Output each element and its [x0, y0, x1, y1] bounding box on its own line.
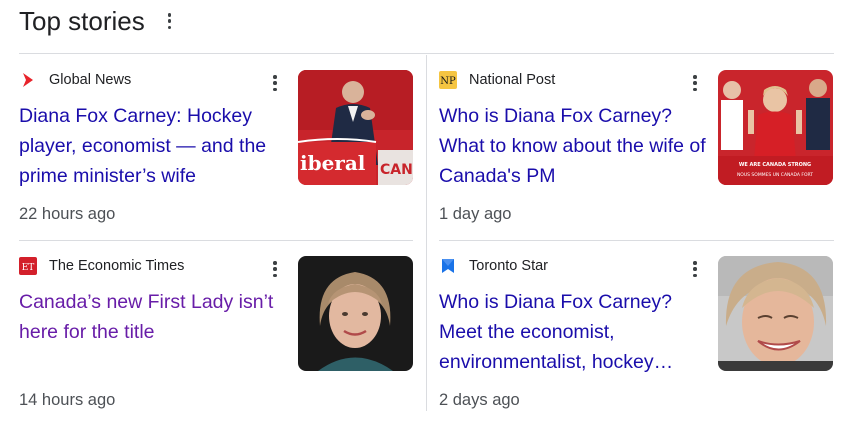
global-news-logo-icon — [19, 71, 37, 89]
thumb-text: WE ARE CANADA STRONG — [739, 162, 811, 168]
story-source: NP National Post — [439, 70, 555, 90]
story-headline-link[interactable]: Canada’s new First Lady isn’t here for t… — [19, 287, 291, 347]
story-card-global-news[interactable]: Global News Diana Fox Carney: Hockey pla… — [19, 70, 414, 230]
story-age: 1 day ago — [439, 205, 512, 223]
story-headline-link[interactable]: Diana Fox Carney: Hockey player, economi… — [19, 101, 291, 191]
story-more-options-icon[interactable] — [692, 261, 698, 277]
story-age: 22 hours ago — [19, 205, 116, 223]
story-more-options-icon[interactable] — [272, 261, 278, 277]
section-title: Top stories — [19, 6, 145, 36]
story-more-options-icon[interactable] — [692, 75, 698, 91]
column-divider — [426, 55, 427, 411]
story-headline-link[interactable]: Who is Diana Fox Carney? What to know ab… — [439, 101, 711, 191]
story-age: 14 hours ago — [19, 391, 116, 409]
story-thumbnail-image[interactable]: WE ARE CANADA STRONG NOUS SOMMES UN CANA… — [718, 70, 833, 185]
np-logo-text: NP — [440, 76, 456, 87]
story-headline-link[interactable]: Who is Diana Fox Carney? Meet the econom… — [439, 287, 711, 377]
row-divider-right — [439, 240, 834, 241]
story-source: Toronto Star — [439, 256, 548, 276]
story-thumbnail-image[interactable]: iberal CAN — [298, 70, 413, 185]
toronto-star-logo-icon — [439, 257, 457, 275]
thumb-text: iberal — [300, 151, 366, 175]
story-more-options-icon[interactable] — [272, 75, 278, 91]
story-card-national-post[interactable]: NP National Post Who is Diana Fox Carney… — [439, 70, 834, 230]
row-divider-left — [19, 240, 413, 241]
source-name: Global News — [49, 72, 132, 88]
section-header: Top stories — [19, 6, 173, 36]
source-name: Toronto Star — [469, 258, 548, 274]
thumb-text: CAN — [380, 162, 413, 178]
et-logo-text: ET — [22, 263, 35, 273]
story-source: Global News — [19, 70, 131, 90]
economic-times-logo-icon: ET — [19, 257, 37, 275]
source-name: National Post — [469, 72, 556, 88]
national-post-logo-icon: NP — [439, 71, 457, 89]
more-options-icon[interactable] — [167, 13, 173, 29]
story-card-toronto-star[interactable]: Toronto Star Who is Diana Fox Carney? Me… — [439, 256, 834, 416]
story-age: 2 days ago — [439, 391, 520, 409]
story-thumbnail-image[interactable] — [298, 256, 413, 371]
story-card-economic-times[interactable]: ET The Economic Times Canada’s new First… — [19, 256, 414, 416]
thumb-text: NOUS SOMMES UN CANADA FORT — [737, 172, 813, 178]
story-source: ET The Economic Times — [19, 256, 184, 276]
source-name: The Economic Times — [49, 258, 185, 274]
header-divider — [19, 53, 834, 54]
story-thumbnail-image[interactable] — [718, 256, 833, 371]
